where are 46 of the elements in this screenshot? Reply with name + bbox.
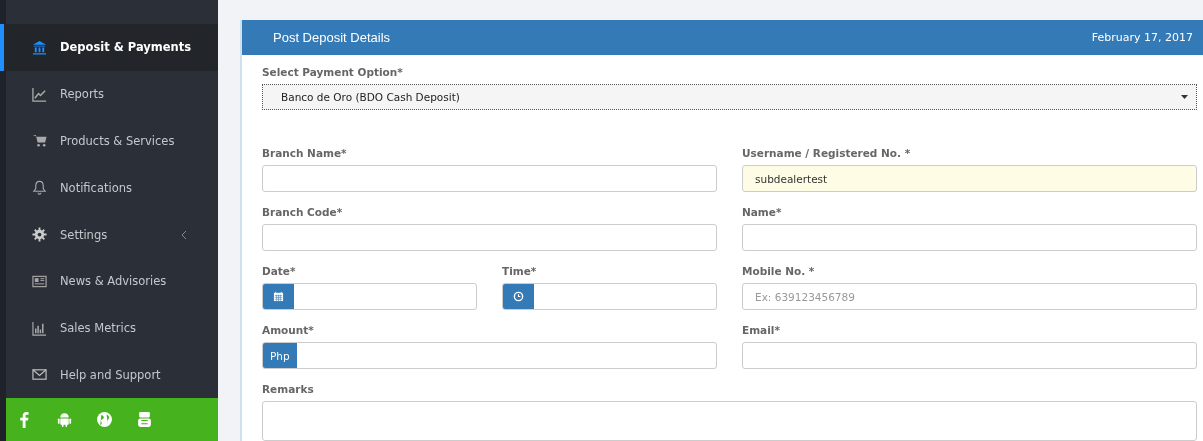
- newspaper-icon: [32, 273, 47, 289]
- field-label: Branch Code*: [262, 206, 344, 218]
- globe-icon[interactable]: [96, 411, 113, 429]
- field-label: Select Payment Option*: [262, 66, 403, 78]
- settings-icon: [32, 227, 47, 242]
- text-field[interactable]: [262, 224, 717, 251]
- sidebar-item[interactable]: Sales Metrics: [0, 304, 218, 352]
- text-field[interactable]: [742, 224, 1197, 251]
- field-label: Mobile No. *: [742, 265, 816, 277]
- field-label: Email*: [742, 324, 781, 336]
- sidebar-item[interactable]: Settings: [0, 211, 218, 258]
- text-field[interactable]: [742, 342, 1197, 369]
- sidebar-item[interactable]: Help and Support: [0, 351, 218, 399]
- field-label: Name*: [742, 206, 783, 218]
- clock-icon: [513, 291, 524, 302]
- sidebar-item[interactable]: Notifications: [0, 164, 218, 212]
- sidebar-item[interactable]: Deposit & Payments: [0, 24, 218, 71]
- text-field[interactable]: Ex: 639123456789: [742, 283, 1197, 310]
- amount-field[interactable]: Php: [262, 342, 717, 369]
- sidebar-item[interactable]: Reports: [0, 70, 218, 118]
- field-label: Remarks: [262, 383, 315, 395]
- panel-title: Post Deposit Details: [273, 30, 391, 45]
- line-chart-icon: [32, 86, 47, 102]
- field-label: Date*: [262, 265, 297, 277]
- currency-label: Php: [263, 343, 297, 368]
- bank-icon: [32, 39, 47, 55]
- android-icon[interactable]: [56, 411, 73, 429]
- cart-icon: [32, 133, 47, 149]
- time-field[interactable]: [502, 283, 717, 310]
- text-field[interactable]: [262, 165, 717, 192]
- bar-chart-icon: [32, 320, 47, 336]
- sidebar-item[interactable]: News & Advisories: [0, 257, 218, 305]
- field-label: Branch Name*: [262, 147, 348, 159]
- payment-select[interactable]: Banco de Oro (BDO Cash Deposit): [262, 84, 1197, 110]
- calendar-icon: [273, 291, 284, 302]
- header-date: February 17, 2017: [1091, 31, 1193, 44]
- date-field[interactable]: [262, 283, 477, 310]
- field-label: Amount*: [262, 324, 315, 336]
- bell-icon: [32, 180, 47, 196]
- field-label: Username / Registered No. *: [742, 147, 912, 159]
- field-label: Time*: [502, 265, 538, 277]
- caret-icon: [1181, 95, 1188, 99]
- sidebar-item[interactable]: Products & Services: [0, 117, 218, 165]
- remarks-field[interactable]: [262, 401, 1197, 441]
- text-field[interactable]: subdealertest: [742, 165, 1197, 192]
- envelope-icon: [32, 367, 47, 383]
